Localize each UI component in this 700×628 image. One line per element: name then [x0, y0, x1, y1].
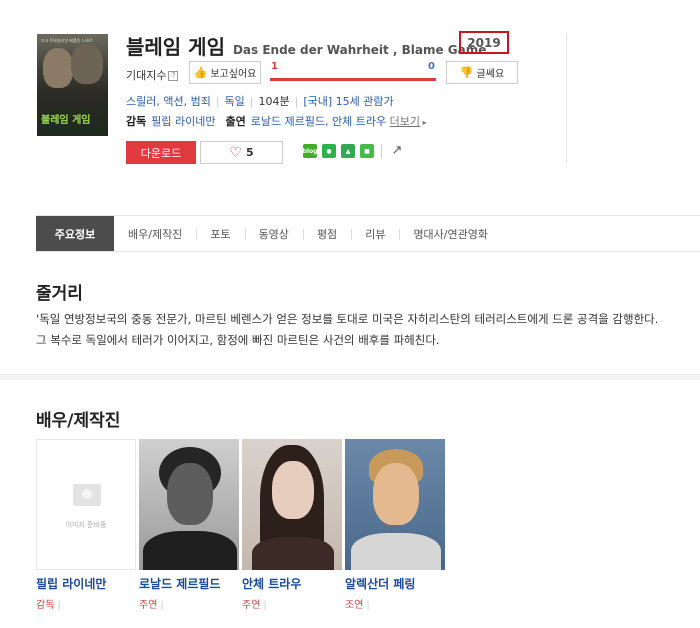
cast-photo-placeholder[interactable]: 이미지 준비중: [36, 439, 136, 570]
like-count: 5: [245, 146, 254, 159]
blog-share-icon[interactable]: blog: [303, 144, 317, 158]
meh-button[interactable]: 👎 글쎄요: [446, 61, 518, 84]
runtime: 104분: [258, 95, 290, 108]
credits-line: 감독 필립 라이네만 출연 로날드 제르필드, 안체 트라우 더보기 ▸: [126, 113, 427, 129]
meh-count: 0: [428, 61, 435, 72]
cast-photo[interactable]: [345, 439, 445, 570]
vote-bar-fill: [270, 78, 436, 81]
release-year: 2019: [459, 31, 509, 54]
cast-role: 주연: [139, 596, 239, 611]
no-image-text: 이미지 준비중: [65, 521, 107, 529]
header-divider: [566, 33, 567, 163]
poster-face-left: [43, 48, 73, 88]
cast-label: 출연: [225, 115, 246, 128]
cast-card[interactable]: 로날드 제르필드 주연: [139, 439, 239, 611]
country-link[interactable]: 독일: [225, 95, 245, 108]
poster-title: 블레임 게임: [41, 115, 91, 126]
like-button[interactable]: ♡ 5: [200, 141, 283, 164]
director-label: 감독: [126, 115, 147, 128]
want-to-see-button[interactable]: 👍 보고싶어요: [189, 61, 261, 84]
thumbs-up-icon: 👍: [193, 66, 208, 79]
synopsis-heading: 줄거리: [36, 284, 83, 304]
cast-role: 감독: [36, 596, 136, 611]
genres-link[interactable]: 스릴러, 액션, 범죄: [126, 95, 211, 108]
cast-name[interactable]: 로날드 제르필드: [139, 575, 239, 592]
tab-1[interactable]: 배우/제작진: [114, 216, 196, 251]
movie-meta: 스릴러, 액션, 범죄 | 독일 | 104분 | [국내] 15세 관람가: [126, 95, 394, 108]
cast-card[interactable]: 이미지 준비중 필립 라이네만 감독: [36, 439, 136, 611]
synopsis-text: '독일 연방정보국의 중동 전문가, 마르틴 베렌스가 얻은 정보를 토대로 미…: [36, 312, 659, 347]
vote-bar: [270, 78, 436, 81]
cast-name[interactable]: 필립 라이네만: [36, 575, 136, 592]
cast-list: 이미지 준비중 필립 라이네만 감독 로날드 제르필드 주연 안체 트라우 주연…: [36, 439, 445, 611]
poster-face-right: [71, 44, 103, 84]
want-label: 보고싶어요: [210, 69, 257, 80]
tab-3[interactable]: 동영상: [244, 216, 303, 251]
cast-name[interactable]: 알렉산더 페링: [345, 575, 445, 592]
movie-title: 블레임 게임: [126, 35, 225, 59]
cast-link[interactable]: 로날드 제르필드, 안체 트라우: [251, 115, 386, 128]
director-link[interactable]: 필립 라이네만: [151, 115, 215, 128]
rating[interactable]: [국내] 15세 관람가: [303, 95, 393, 108]
cast-photo[interactable]: [139, 439, 239, 570]
share-divider: [381, 144, 382, 158]
cast-card[interactable]: 알렉산더 페링 조연: [345, 439, 445, 611]
heart-icon: ♡: [229, 144, 242, 161]
tab-6[interactable]: 명대사/연관영화: [399, 216, 502, 251]
cast-role: 주연: [242, 596, 342, 611]
expectation-text: 기대지수: [126, 69, 167, 82]
tab-5[interactable]: 리뷰: [351, 216, 399, 251]
cast-name[interactable]: 안체 트라우: [242, 575, 342, 592]
facebook-share-icon[interactable]: ■: [360, 144, 374, 158]
twitter-share-icon[interactable]: ▲: [341, 144, 355, 158]
title-row: 블레임 게임 Das Ende der Wahrheit , Blame Gam…: [126, 31, 486, 60]
thumbs-down-icon: 👎: [459, 66, 474, 79]
tab-0[interactable]: 주요정보: [36, 216, 114, 251]
tab-4[interactable]: 평점: [302, 216, 351, 251]
original-title: Das Ende der Wahrheit , Blame Game: [232, 43, 487, 57]
cast-card[interactable]: 안체 트라우 주연: [242, 439, 342, 611]
cast-photo[interactable]: [242, 439, 342, 570]
share-out-icon[interactable]: ↗: [389, 144, 405, 158]
kakao-share-icon[interactable]: ●: [322, 144, 336, 158]
download-button[interactable]: 다운로드: [126, 141, 196, 164]
chevron-right-icon: ▸: [420, 118, 427, 127]
movie-poster[interactable]: 다크 트와일라잇 베를린 느와르 블레임 게임: [37, 34, 108, 136]
expectation-label: 기대지수?: [126, 67, 179, 83]
tab-2[interactable]: 포토: [196, 216, 244, 251]
cast-heading: 배우/제작진: [36, 411, 121, 431]
image-placeholder-icon: [73, 484, 101, 506]
share-bar: blog ● ▲ ■ ↗: [303, 144, 405, 158]
help-icon[interactable]: ?: [168, 71, 179, 81]
cast-role: 조연: [345, 596, 445, 611]
meh-label: 글쎄요: [476, 69, 505, 80]
section-separator: [0, 374, 700, 380]
more-link[interactable]: 더보기: [390, 115, 420, 128]
want-count: 1: [271, 61, 278, 72]
tab-bar: 주요정보 배우/제작진 포토 동영상 평점 리뷰 명대사/연관영화: [36, 215, 700, 252]
